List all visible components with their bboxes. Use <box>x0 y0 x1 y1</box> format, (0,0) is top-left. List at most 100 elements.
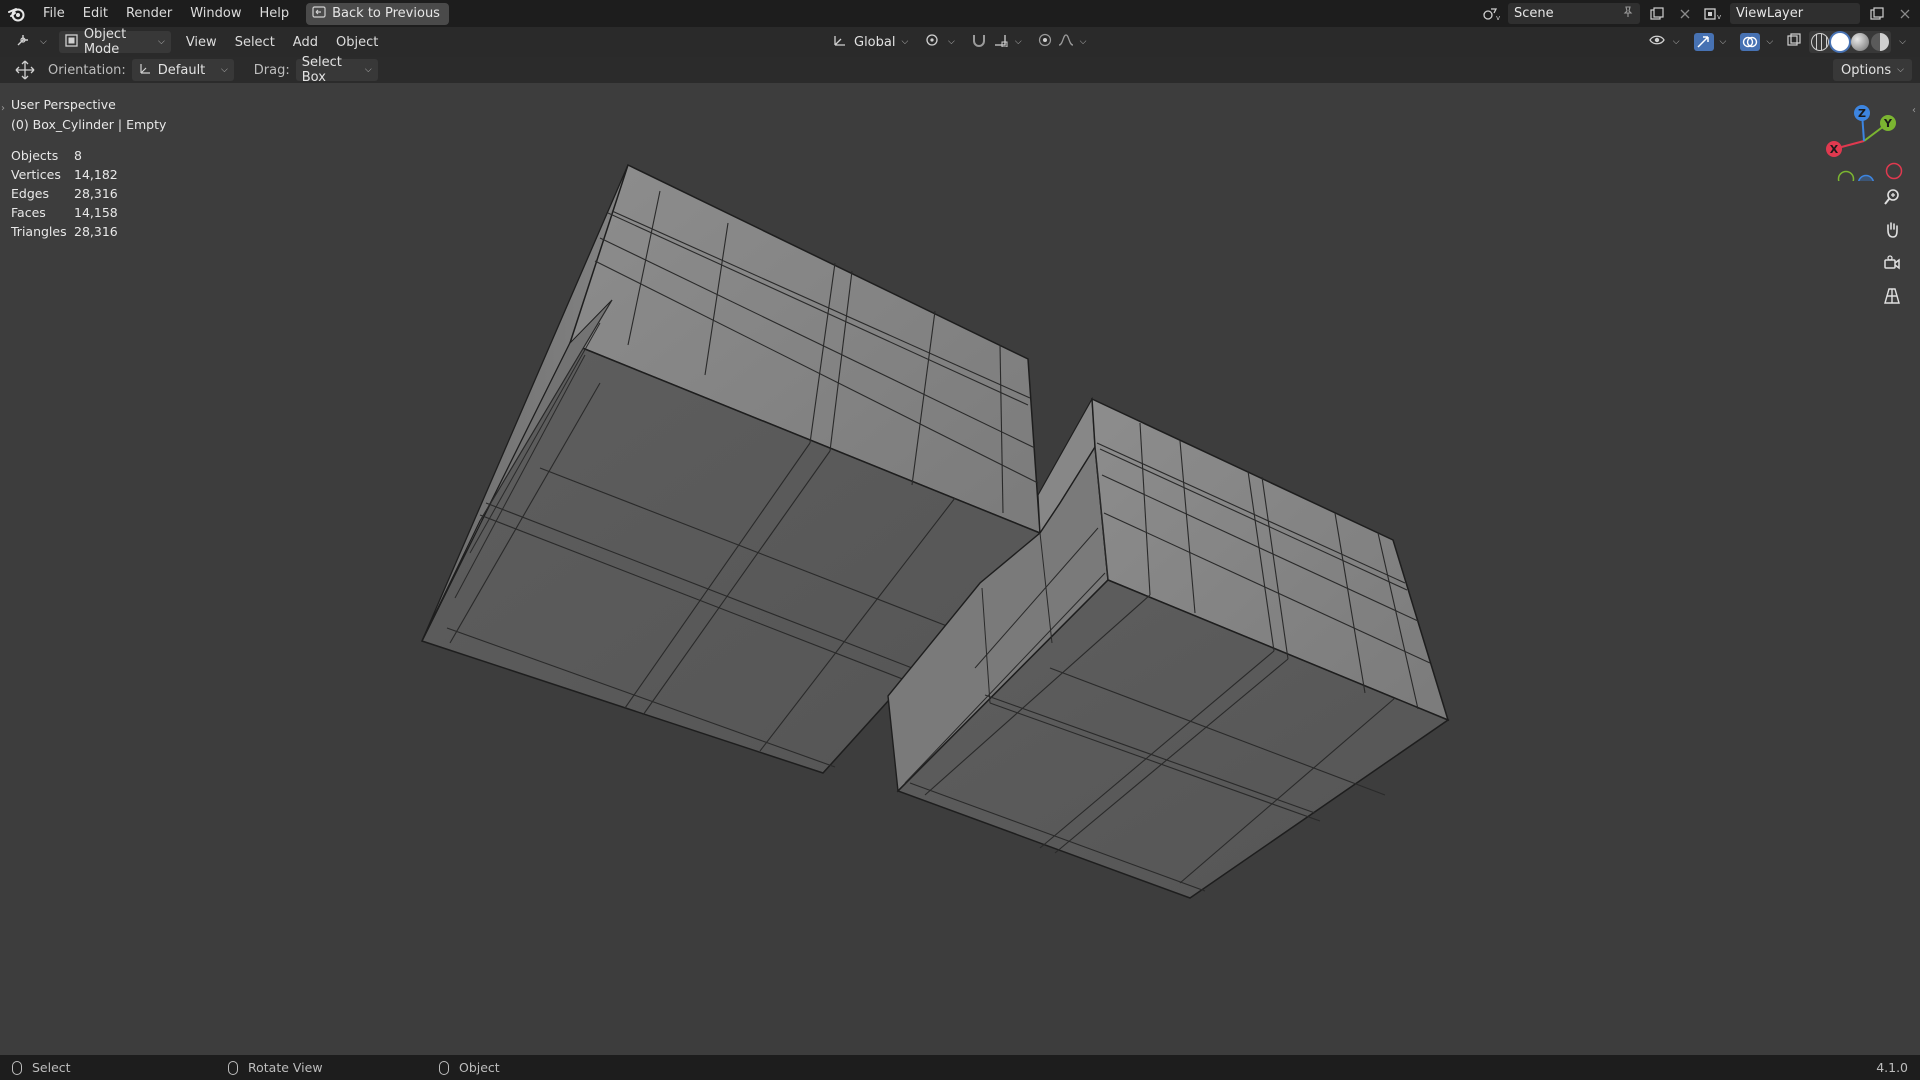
header-menu-view[interactable]: View <box>177 29 226 56</box>
tool-settings-bar: Orientation: Default ⌵ Drag: Select Box … <box>0 55 1920 85</box>
new-view-layer-icon[interactable] <box>1866 3 1888 24</box>
overlays-toggle[interactable]: ⌵ <box>1734 31 1779 53</box>
status-hint-label: Object <box>459 1060 500 1075</box>
scene-geometry <box>420 163 1450 899</box>
back-icon <box>312 5 326 22</box>
grid-perspective-icon <box>1883 287 1901 309</box>
chevron-down-icon: ⌵ <box>1897 65 1904 75</box>
orientation-icon <box>832 33 848 51</box>
proportional-edit-icon <box>1038 33 1052 51</box>
status-hint-rotate: Rotate View <box>228 1060 439 1075</box>
chevron-down-icon: ⌵ <box>40 37 47 47</box>
drag-action-value: Select Box <box>301 55 342 85</box>
toolbar-toggle-icon[interactable]: › <box>1 103 5 114</box>
status-bar: Select Rotate View Object 4.1.0 <box>0 1055 1920 1080</box>
chevron-down-icon: ⌵ <box>1899 37 1906 47</box>
transform-controls: Global ⌵ ⌵ ⌵ ⌵ <box>826 31 1092 53</box>
material-preview-shading-icon[interactable] <box>1851 33 1870 51</box>
viewport-header: ⌵ Object Mode ⌵ View Select Add Object G… <box>0 27 1920 57</box>
back-to-previous-button[interactable]: Back to Previous <box>306 2 449 25</box>
visibility-selector[interactable]: ⌵ <box>1643 31 1686 53</box>
pivot-point-selector[interactable]: ⌵ <box>918 31 961 53</box>
chevron-down-icon: ⌵ <box>220 65 228 75</box>
menu-edit[interactable]: Edit <box>74 0 117 27</box>
neg-z-axis-handle[interactable] <box>1857 174 1875 182</box>
status-hint-label: Rotate View <box>248 1060 323 1075</box>
chevron-down-icon: ⌵ <box>1672 37 1680 47</box>
header-menu-add[interactable]: Add <box>284 29 327 56</box>
z-axis-label: Z <box>1858 107 1866 120</box>
pan-view-button[interactable] <box>1878 218 1906 246</box>
gizmo-toggle[interactable]: ⌵ <box>1688 31 1733 53</box>
proportional-editing-toggle[interactable]: ⌵ <box>1032 31 1093 53</box>
xray-toggle[interactable] <box>1781 31 1807 53</box>
editor-type-icon <box>16 33 34 51</box>
view-layer-type-icon[interactable]: v <box>1702 3 1724 24</box>
move-tool-icon[interactable] <box>14 60 36 80</box>
drag-action-selector[interactable]: Select Box ⌵ <box>295 55 378 85</box>
chevron-down-icon: ⌵ <box>1079 37 1087 47</box>
mode-selector[interactable]: Object Mode ⌵ <box>58 27 171 57</box>
overlay-icon <box>1740 33 1761 51</box>
viewport-display-controls: ⌵ ⌵ ⌵ ⌵ <box>1643 31 1912 53</box>
scene-name-field[interactable]: Scene <box>1508 3 1640 24</box>
neg-y-axis-handle[interactable] <box>1837 170 1855 182</box>
chevron-down-icon: ⌵ <box>901 37 909 47</box>
blender-version: 4.1.0 <box>1876 1060 1908 1075</box>
menu-window[interactable]: Window <box>181 0 250 27</box>
header-menu-object[interactable]: Object <box>327 29 387 56</box>
eye-icon <box>1648 33 1667 51</box>
hand-icon <box>1883 221 1901 243</box>
view-layer-name-field[interactable]: ViewLayer <box>1730 3 1860 24</box>
orientation-selector[interactable]: Default ⌵ <box>131 59 234 81</box>
zoom-view-button[interactable] <box>1878 185 1906 213</box>
chevron-down-icon: ⌵ <box>1719 37 1727 47</box>
pivot-icon <box>924 33 942 51</box>
3d-viewport[interactable]: User Perspective (0) Box_Cylinder | Empt… <box>0 83 1920 1055</box>
solid-shading-icon[interactable] <box>1831 33 1850 51</box>
scene-type-icon[interactable]: v <box>1480 3 1502 24</box>
new-scene-icon[interactable] <box>1646 3 1668 24</box>
orientation-axes-icon <box>138 61 152 79</box>
camera-icon <box>1883 254 1901 276</box>
transform-orientation-selector[interactable]: Global ⌵ <box>826 31 914 53</box>
delete-view-layer-icon[interactable] <box>1894 3 1916 24</box>
pin-icon[interactable] <box>1622 5 1634 22</box>
delete-scene-icon[interactable] <box>1674 3 1696 24</box>
blender-logo-icon[interactable] <box>0 0 34 27</box>
zoom-icon <box>1883 188 1901 210</box>
back-to-previous-label: Back to Previous <box>332 6 440 21</box>
editor-type-selector[interactable]: ⌵ <box>10 31 53 53</box>
navigation-gizmo[interactable]: X Y Z <box>1810 101 1910 181</box>
header-menu-select[interactable]: Select <box>226 29 284 56</box>
neg-x-axis-handle[interactable] <box>1885 162 1903 180</box>
transform-orientation-label: Global <box>854 34 896 50</box>
orientation-label: Orientation: <box>48 62 126 78</box>
rendered-shading-icon[interactable] <box>1871 33 1890 51</box>
menu-help[interactable]: Help <box>251 0 299 27</box>
options-label: Options <box>1841 62 1892 78</box>
svg-text:v: v <box>1717 13 1721 21</box>
workspace-selectors: v Scene v ViewLayer <box>1480 0 1920 27</box>
menu-render[interactable]: Render <box>117 0 181 27</box>
shading-mode-group <box>1809 31 1892 53</box>
snap-target-icon <box>993 33 1009 51</box>
chevron-down-icon: ⌵ <box>948 37 955 47</box>
status-hint-label: Select <box>32 1060 71 1075</box>
sidebar-toggle-icon[interactable]: ‹ <box>1912 105 1916 116</box>
x-axis-label: X <box>1830 143 1839 156</box>
snap-toggle[interactable]: ⌵ <box>965 31 1028 53</box>
camera-view-button[interactable] <box>1878 251 1906 279</box>
chevron-down-icon: ⌵ <box>364 65 372 75</box>
right-mouse-icon <box>439 1060 449 1075</box>
wireframe-shading-icon[interactable] <box>1811 33 1830 51</box>
middle-mouse-icon <box>228 1060 238 1075</box>
toggle-perspective-button[interactable] <box>1878 284 1906 312</box>
options-button[interactable]: Options ⌵ <box>1833 59 1912 81</box>
chevron-down-icon: ⌵ <box>1766 37 1774 47</box>
menu-file[interactable]: File <box>34 0 74 27</box>
shading-options-selector[interactable]: ⌵ <box>1893 31 1912 53</box>
orientation-value: Default <box>157 62 206 78</box>
y-axis-label: Y <box>1883 117 1893 130</box>
falloff-curve-icon <box>1058 33 1074 51</box>
